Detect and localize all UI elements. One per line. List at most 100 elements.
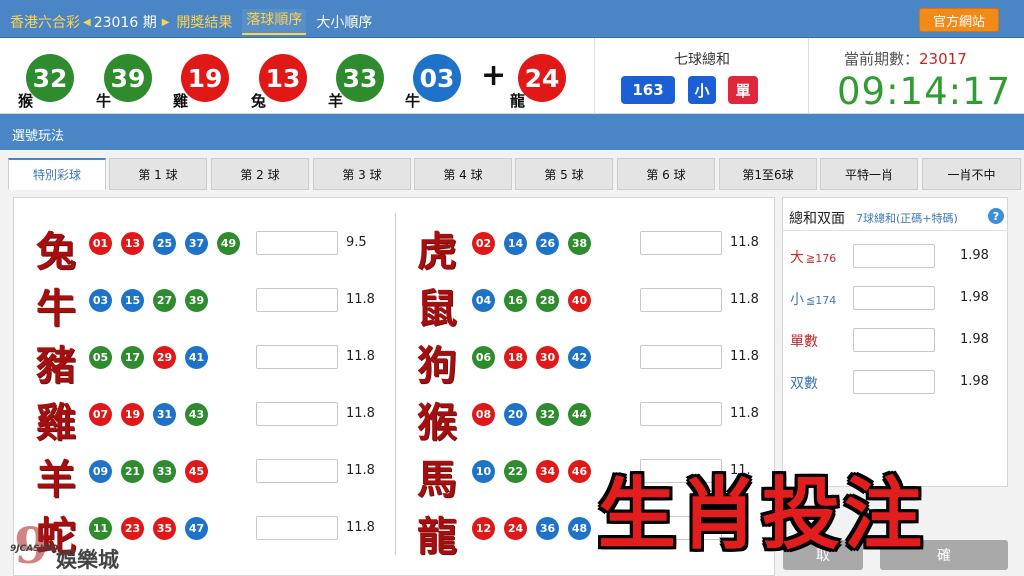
tab-bet-type[interactable]: 平特一肖 (820, 158, 918, 190)
number-ball: 45 (185, 460, 208, 483)
number-ball: 34 (536, 460, 559, 483)
zodiac-label: 鼠 (417, 285, 457, 332)
number-ball: 43 (185, 403, 208, 426)
bet-amount-input[interactable] (256, 288, 338, 312)
number-ball: 22 (504, 460, 527, 483)
countdown-clock: 09:14:17 (837, 70, 1012, 113)
tab-drop-order[interactable]: 落球順序 (242, 9, 307, 35)
number-ball: 24 (504, 517, 527, 540)
draw-ball-zodiac: 雞 (173, 92, 189, 110)
sum-bet-input[interactable] (853, 370, 935, 394)
number-ball: 46 (568, 460, 591, 483)
draw-ball-zodiac: 猴 (18, 92, 34, 110)
odds-value: 11.8 (730, 292, 759, 307)
draw-ball-zodiac: 羊 (328, 92, 344, 110)
sum-bet-input[interactable] (853, 244, 935, 268)
sum-option-label: 双數 (790, 376, 818, 392)
casino-logo: 9 9JCASINO 娛樂城 (6, 516, 131, 575)
tab-bet-type[interactable]: 特別彩球 (8, 158, 106, 190)
draw-ball: 32 (26, 54, 74, 102)
special-ball: 24 (518, 54, 566, 102)
number-ball: 37 (185, 232, 208, 255)
number-ball: 09 (89, 460, 112, 483)
top-nav-bar: 香港六合彩 ◀ 23016 期 ▶ 開獎結果 落球順序 大小順序 官方網站 (0, 0, 1024, 38)
draw-ball: 13 (259, 54, 307, 102)
help-icon[interactable]: ? (988, 208, 1004, 224)
tab-bet-type[interactable]: 第 5 球 (515, 158, 613, 190)
sum-total-badge: 163 (621, 76, 675, 104)
draw-ball: 39 (104, 54, 152, 102)
sum-option-label: 大 ≧176 (790, 250, 837, 266)
bet-amount-input[interactable] (256, 402, 338, 426)
sum-odds-value: 1.98 (960, 248, 989, 263)
sum-odds-value: 1.98 (960, 332, 989, 347)
bet-amount-input[interactable] (640, 402, 722, 426)
tab-bet-type[interactable]: 第 6 球 (617, 158, 715, 190)
bet-amount-input[interactable] (640, 345, 722, 369)
number-ball: 04 (472, 289, 495, 312)
sum-option-label: 小 ≦174 (790, 292, 837, 308)
bet-amount-input[interactable] (640, 231, 722, 255)
official-site-button[interactable]: 官方網站 (919, 8, 999, 32)
odds-value: 11.8 (730, 235, 759, 250)
number-ball: 49 (217, 232, 240, 255)
prev-period-arrow-icon[interactable]: ◀ (83, 17, 91, 28)
tab-bet-type[interactable]: 第 2 球 (211, 158, 309, 190)
number-ball: 19 (121, 403, 144, 426)
current-period: 當前期數：23017 09:14:17 (808, 38, 1024, 114)
draw-ball: 33 (336, 54, 384, 102)
bet-amount-input[interactable] (640, 288, 722, 312)
column-divider (395, 213, 396, 555)
number-ball: 18 (504, 346, 527, 369)
number-ball: 21 (121, 460, 144, 483)
zodiac-label: 猴 (417, 399, 457, 446)
number-ball: 29 (153, 346, 176, 369)
lottery-name[interactable]: 香港六合彩 (10, 12, 80, 32)
number-ball: 15 (121, 289, 144, 312)
number-ball: 14 (504, 232, 527, 255)
next-period-arrow-icon[interactable]: ▶ (162, 17, 170, 28)
tab-bet-type[interactable]: 第 4 球 (414, 158, 512, 190)
number-ball: 02 (472, 232, 495, 255)
number-ball: 08 (472, 403, 495, 426)
sum-size-badge: 小 (688, 76, 716, 104)
bet-amount-input[interactable] (256, 516, 338, 540)
number-ball: 35 (153, 517, 176, 540)
zodiac-label: 馬 (417, 456, 457, 503)
special-ball-zodiac: 龍 (510, 92, 526, 110)
number-ball: 01 (89, 232, 112, 255)
period-number: 23016 期 (93, 15, 157, 31)
sum-title: 七球總和 (674, 52, 730, 68)
sum-bet-input[interactable] (853, 286, 935, 310)
number-ball: 13 (121, 232, 144, 255)
number-ball: 20 (504, 403, 527, 426)
logo-brand: 9JCASINO (10, 544, 59, 554)
sum-odds-value: 1.98 (960, 290, 989, 305)
tab-size-order[interactable]: 大小順序 (316, 12, 372, 32)
bet-amount-input[interactable] (256, 345, 338, 369)
tab-bet-type[interactable]: 第 1 球 (109, 158, 207, 190)
number-ball: 26 (536, 232, 559, 255)
number-ball: 27 (153, 289, 176, 312)
odds-value: 9.5 (346, 235, 367, 250)
bet-amount-input[interactable] (256, 459, 338, 483)
number-ball: 44 (568, 403, 591, 426)
tab-bet-type[interactable]: 第 3 球 (313, 158, 411, 190)
bet-amount-input[interactable] (256, 231, 338, 255)
zodiac-label: 狗 (417, 342, 457, 389)
current-period-number: 23017 (919, 50, 967, 68)
sum-parity-badge: 單 (728, 76, 758, 104)
odds-value: 11.8 (346, 292, 375, 307)
odds-value: 11.8 (730, 349, 759, 364)
section-title: 選號玩法 (0, 114, 1024, 150)
odds-value: 11.8 (346, 349, 375, 364)
number-ball: 40 (568, 289, 591, 312)
zodiac-label: 雞 (36, 399, 76, 446)
sum-bet-input[interactable] (853, 328, 935, 352)
number-ball: 10 (472, 460, 495, 483)
tab-draw-results[interactable]: 開獎結果 (176, 12, 232, 32)
seven-ball-sum: 七球總和 163 小 單 (594, 38, 808, 114)
number-ball: 06 (472, 346, 495, 369)
tab-bet-type[interactable]: 第1至6球 (719, 158, 817, 190)
tab-bet-type[interactable]: 一肖不中 (922, 158, 1021, 190)
